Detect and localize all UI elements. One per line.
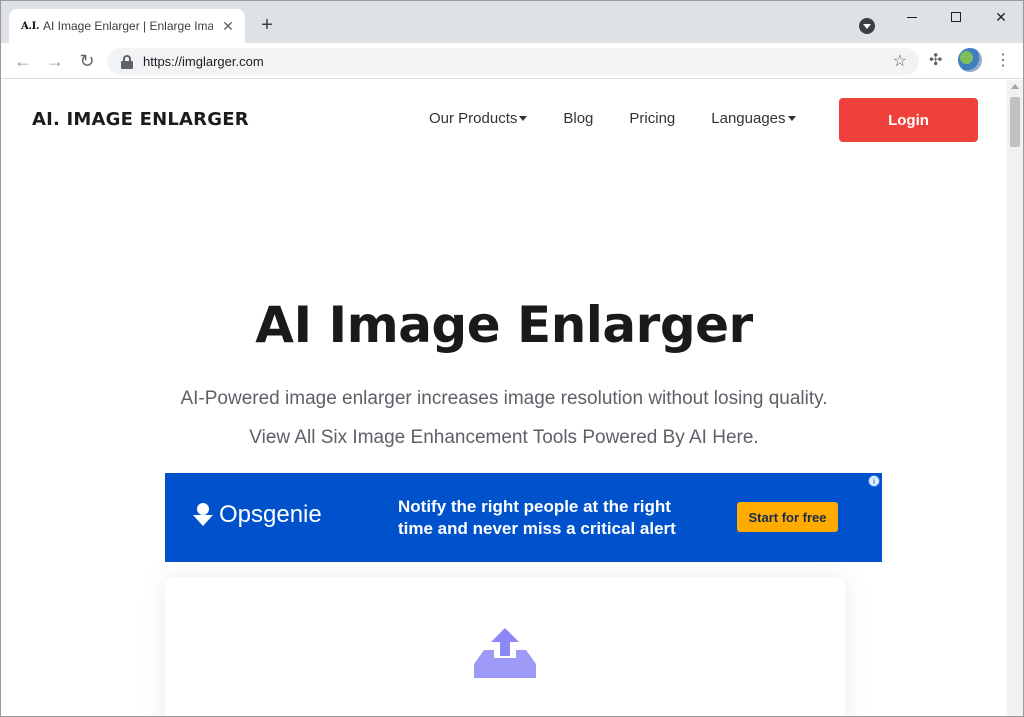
opsgenie-logo-icon: [193, 503, 213, 527]
browser-tab[interactable]: A.I. AI Image Enlarger | Enlarge Imag ✕: [9, 9, 245, 43]
page-viewport: AI. IMAGE ENLARGER Our Products Blog Pri…: [1, 80, 1007, 716]
upload-dropzone[interactable]: [165, 577, 845, 716]
minimize-button[interactable]: [889, 5, 935, 29]
tab-strip: A.I. AI Image Enlarger | Enlarge Imag ✕ …: [1, 1, 1023, 43]
maximize-button[interactable]: [933, 5, 979, 29]
caret-down-icon: [787, 116, 796, 121]
tab-search-icon[interactable]: [859, 18, 875, 34]
nav-pricing[interactable]: Pricing: [629, 110, 675, 127]
nav-our-products[interactable]: Our Products: [429, 110, 528, 127]
ad-brand: Opsgenie: [193, 501, 322, 529]
arrow-right-icon[interactable]: →: [43, 49, 67, 73]
plus-icon[interactable]: +: [256, 14, 278, 36]
url-text[interactable]: https://imglarger.com: [143, 54, 264, 69]
reload-icon[interactable]: ↻: [75, 49, 99, 73]
hero-subtitle: AI-Powered image enlarger increases imag…: [180, 388, 828, 409]
tab-title: AI Image Enlarger | Enlarge Imag: [43, 19, 213, 33]
close-icon[interactable]: ✕: [219, 17, 237, 35]
upload-icon[interactable]: [474, 628, 536, 678]
puzzle-icon[interactable]: ✣: [929, 50, 942, 70]
nav-our-products-label: Our Products: [429, 110, 518, 127]
ad-copy-line-2: time and never miss a critical alert: [398, 519, 676, 538]
ad-copy: Notify the right people at the right tim…: [398, 496, 676, 540]
hero-tools-link[interactable]: View All Six Image Enhancement Tools Pow…: [1, 427, 1007, 449]
kebab-menu-icon[interactable]: ⋮: [995, 50, 1011, 70]
ad-info-icon[interactable]: i: [868, 475, 880, 487]
browser-window: A.I. AI Image Enlarger | Enlarge Imag ✕ …: [0, 0, 1024, 717]
nav-blog[interactable]: Blog: [563, 110, 593, 127]
address-bar[interactable]: https://imglarger.com ☆: [107, 48, 919, 75]
ad-brand-name: Opsgenie: [219, 501, 322, 528]
site-logo[interactable]: AI. IMAGE ENLARGER: [32, 109, 249, 130]
avatar[interactable]: [958, 48, 982, 72]
arrow-left-icon[interactable]: ←: [11, 49, 35, 73]
site-nav: Our Products Blog Pricing Languages: [429, 110, 796, 127]
nav-languages[interactable]: Languages: [711, 110, 796, 127]
nav-languages-label: Languages: [711, 110, 786, 127]
page-scrollbar[interactable]: [1007, 80, 1023, 716]
caret-down-icon: [519, 116, 528, 121]
ad-banner[interactable]: i Opsgenie Notify the right people at th…: [165, 473, 882, 562]
scroll-thumb[interactable]: [1010, 97, 1020, 147]
login-button[interactable]: Login: [839, 98, 978, 142]
window-close-button[interactable]: ✕: [978, 5, 1023, 29]
scroll-up-icon[interactable]: [1011, 84, 1019, 89]
browser-toolbar: ← → ↻ https://imglarger.com ☆: [1, 43, 1023, 79]
page-title: AI Image Enlarger: [255, 296, 753, 354]
ad-copy-line-1: Notify the right people at the right: [398, 497, 671, 516]
tab-favicon: A.I.: [21, 20, 40, 32]
lock-icon[interactable]: [121, 54, 133, 69]
star-icon[interactable]: ☆: [893, 51, 907, 71]
ad-cta-button[interactable]: Start for free: [737, 502, 838, 532]
